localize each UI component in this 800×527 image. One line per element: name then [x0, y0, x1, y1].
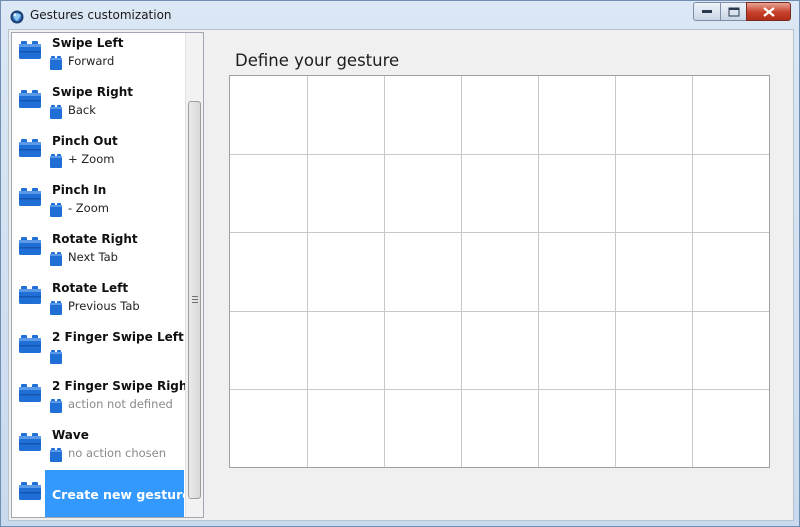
blocks-icon — [19, 482, 41, 504]
gesture-drawing-canvas[interactable] — [229, 75, 770, 468]
block-icon — [50, 447, 62, 466]
gesture-list-item[interactable]: Swipe Left Forward — [12, 33, 184, 82]
maximize-icon — [728, 7, 739, 16]
gesture-list-item[interactable]: Wave no action chosen — [12, 425, 184, 474]
minimize-button[interactable] — [693, 2, 721, 21]
scroll-down-arrow-icon[interactable] — [187, 500, 203, 516]
create-new-gesture-label: Create new gesture — [52, 487, 191, 502]
block-icon — [50, 349, 62, 368]
block-icon — [50, 300, 62, 319]
client-area: Swipe Left Forward Swipe Right Back Pinc… — [8, 29, 794, 521]
gesture-name: Swipe Right — [52, 85, 133, 99]
gesture-action: Next Tab — [68, 250, 118, 264]
gesture-name: 2 Finger Swipe Right — [52, 379, 194, 393]
window: Gestures customization Swipe Left Forwar… — [0, 0, 800, 527]
gesture-action: no action chosen — [68, 446, 167, 460]
close-icon — [762, 6, 775, 17]
blocks-icon — [19, 384, 41, 406]
scroll-grip-icon — [192, 296, 198, 303]
maximize-button[interactable] — [720, 2, 747, 21]
blocks-icon — [19, 237, 41, 259]
block-icon — [50, 202, 62, 221]
gesture-action: - Zoom — [68, 201, 109, 215]
close-button[interactable] — [746, 2, 791, 21]
scroll-up-arrow-icon[interactable] — [187, 34, 203, 50]
gesture-list-item[interactable]: 2 Finger Swipe Left — [12, 327, 184, 376]
create-new-gesture-button[interactable]: Create new gesture — [12, 470, 191, 517]
block-icon — [50, 55, 62, 74]
list-scrollbar[interactable] — [185, 33, 203, 517]
scrollbar-thumb[interactable] — [188, 101, 201, 499]
gesture-list-item[interactable]: Pinch Out + Zoom — [12, 131, 184, 180]
gesture-name: Rotate Right — [52, 232, 138, 246]
block-icon — [50, 153, 62, 172]
gesture-name: Pinch In — [52, 183, 107, 197]
blocks-icon — [19, 335, 41, 357]
gesture-action: + Zoom — [68, 152, 115, 166]
gesture-list-item[interactable]: Rotate Right Next Tab — [12, 229, 184, 278]
blocks-icon — [19, 188, 41, 210]
gesture-name: Swipe Left — [52, 36, 124, 50]
gesture-action: Previous Tab — [68, 299, 140, 313]
gesture-name: Pinch Out — [52, 134, 118, 148]
window-title: Gestures customization — [30, 8, 172, 22]
minimize-icon — [702, 9, 712, 13]
gesture-name: 2 Finger Swipe Left — [52, 330, 184, 344]
block-icon — [50, 398, 62, 417]
gesture-list-item[interactable]: Swipe Right Back — [12, 82, 184, 131]
gesture-list-item[interactable]: 2 Finger Swipe Right action not defined — [12, 376, 193, 425]
block-icon — [50, 251, 62, 270]
app-globe-icon — [10, 9, 24, 24]
title-bar[interactable]: Gestures customization — [1, 1, 799, 29]
gesture-list-item[interactable]: Rotate Left Previous Tab — [12, 278, 184, 327]
blocks-icon — [19, 286, 41, 308]
gesture-action: Back — [68, 103, 96, 117]
blocks-icon — [19, 433, 41, 455]
gesture-name: Rotate Left — [52, 281, 129, 295]
blocks-icon — [19, 41, 41, 63]
blocks-icon — [19, 90, 41, 112]
gesture-action: action not defined — [68, 397, 173, 411]
page-title: Define your gesture — [235, 51, 400, 70]
block-icon — [50, 104, 62, 123]
gesture-name: Wave — [52, 428, 89, 442]
blocks-icon — [19, 139, 41, 161]
gesture-grid — [230, 76, 769, 467]
gesture-list: Swipe Left Forward Swipe Right Back Pinc… — [11, 32, 204, 518]
gesture-action: Forward — [68, 54, 115, 68]
gesture-list-item[interactable]: Pinch In - Zoom — [12, 180, 184, 229]
